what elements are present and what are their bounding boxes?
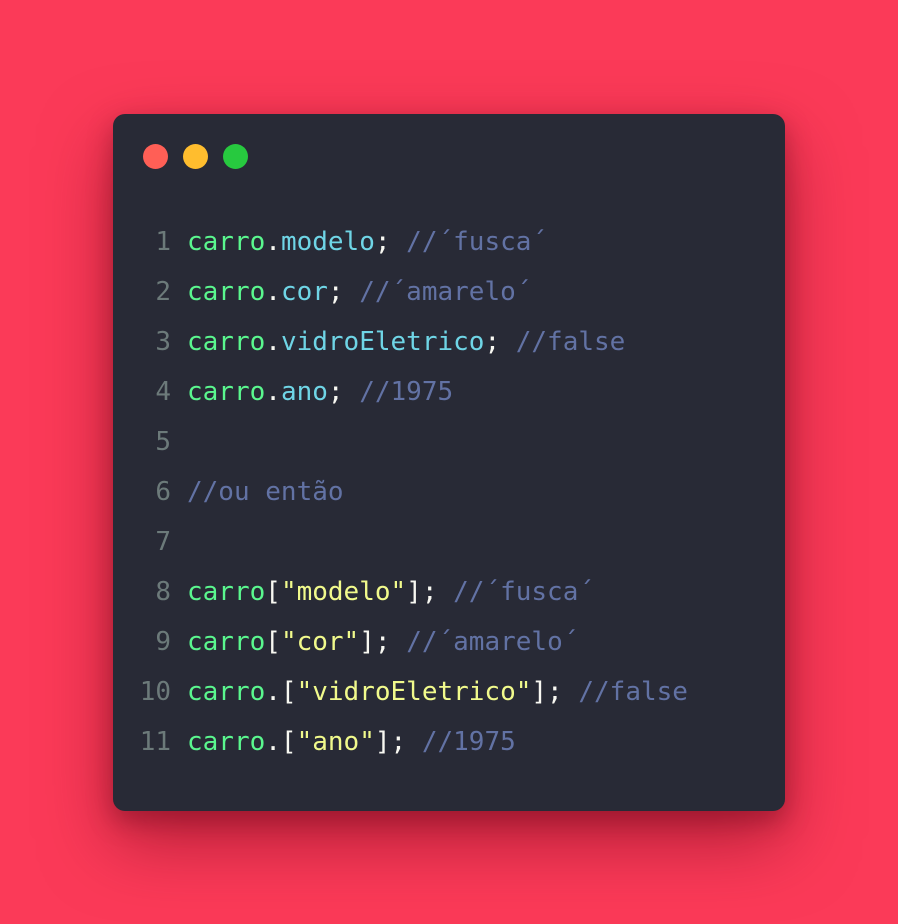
code-token: .[ xyxy=(265,677,297,707)
line-number: 9 xyxy=(155,627,171,657)
code-line: 7 xyxy=(113,521,688,571)
code-token: carro xyxy=(187,377,266,407)
code-token: carro xyxy=(187,627,266,657)
code-token: ; xyxy=(327,377,360,407)
line-number: 2 xyxy=(155,277,171,307)
code-token: . xyxy=(265,377,281,407)
code-content: carro.ano; //1975 xyxy=(187,371,453,421)
code-token: ano xyxy=(280,377,328,407)
code-token: ]; xyxy=(406,577,454,607)
code-line: 9 carro["cor"]; //´amarelo´ xyxy=(113,621,688,671)
zoom-dot-icon[interactable] xyxy=(223,144,248,169)
code-token: cor xyxy=(280,277,328,307)
code-content: carro.vidroEletrico; //false xyxy=(187,321,625,371)
window-controls xyxy=(143,144,248,169)
code-token: ]; xyxy=(359,627,407,657)
code-token: //false xyxy=(515,327,626,357)
code-token: [ xyxy=(265,577,281,607)
line-number: 3 xyxy=(155,327,171,357)
code-token: ; xyxy=(327,277,360,307)
code-token: carro xyxy=(187,327,266,357)
code-token: //´amarelo´ xyxy=(359,277,532,307)
code-token: //false xyxy=(578,677,688,707)
line-number: 10 xyxy=(139,677,171,707)
code-token: [ xyxy=(265,627,281,657)
code-block: 1 carro.modelo; //´fusca´ 2 carro.cor; //´a… xyxy=(113,221,688,771)
code-line: 4 carro.ano; //1975 xyxy=(113,371,688,421)
code-content: carro.["vidroEletrico"]; //false xyxy=(187,671,688,721)
code-line: 3 carro.vidroEletrico; //false xyxy=(113,321,688,371)
code-token: carro xyxy=(187,277,266,307)
code-token: modelo xyxy=(280,227,375,257)
code-line: 5 xyxy=(113,421,688,471)
code-line: 2 carro.cor; //´amarelo´ xyxy=(113,271,688,321)
line-number: 6 xyxy=(155,477,171,507)
code-token: //1975 xyxy=(421,727,516,757)
line-number: 4 xyxy=(155,377,171,407)
code-token: //1975 xyxy=(359,377,454,407)
code-window: 1 carro.modelo; //´fusca´ 2 carro.cor; //´a… xyxy=(113,114,785,811)
line-number: 8 xyxy=(155,577,171,607)
line-number: 7 xyxy=(155,527,171,557)
code-token: . xyxy=(265,327,281,357)
code-token: "vidroEletrico" xyxy=(296,677,532,707)
code-content: carro.["ano"]; //1975 xyxy=(187,721,516,771)
close-dot-icon[interactable] xyxy=(143,144,168,169)
code-token: . xyxy=(265,277,281,307)
code-token: ; xyxy=(374,227,407,257)
code-content: carro.modelo; //´fusca´ xyxy=(187,221,547,271)
code-token: ]; xyxy=(374,727,422,757)
code-content: carro["cor"]; //´amarelo´ xyxy=(187,621,578,671)
code-line: 6 //ou então xyxy=(113,471,688,521)
code-token: . xyxy=(265,227,281,257)
code-token: carro xyxy=(187,677,266,707)
code-token: "ano" xyxy=(296,727,375,757)
code-line: 10 carro.["vidroEletrico"]; //false xyxy=(113,671,688,721)
code-content: carro["modelo"]; //´fusca´ xyxy=(187,571,594,621)
line-number: 5 xyxy=(155,427,171,457)
code-token: //ou então xyxy=(187,477,344,507)
code-token: carro xyxy=(187,577,266,607)
code-token: carro xyxy=(187,727,266,757)
code-line: 8 carro["modelo"]; //´fusca´ xyxy=(113,571,688,621)
code-line: 11 carro.["ano"]; //1975 xyxy=(113,721,688,771)
code-token: .[ xyxy=(265,727,297,757)
code-token: vidroEletrico xyxy=(280,327,485,357)
code-token: //´amarelo´ xyxy=(406,627,579,657)
code-content: carro.cor; //´amarelo´ xyxy=(187,271,531,321)
code-token: //´fusca´ xyxy=(453,577,595,607)
code-token: "cor" xyxy=(280,627,360,657)
code-token: carro xyxy=(187,227,266,257)
code-token: "modelo" xyxy=(280,577,407,607)
code-line: 1 carro.modelo; //´fusca´ xyxy=(113,221,688,271)
line-number: 1 xyxy=(155,227,171,257)
code-token: ; xyxy=(484,327,516,357)
code-token: //´fusca´ xyxy=(406,227,548,257)
line-number: 11 xyxy=(139,727,171,757)
code-token: ]; xyxy=(531,677,579,707)
minimize-dot-icon[interactable] xyxy=(183,144,208,169)
code-content: //ou então xyxy=(187,471,344,521)
